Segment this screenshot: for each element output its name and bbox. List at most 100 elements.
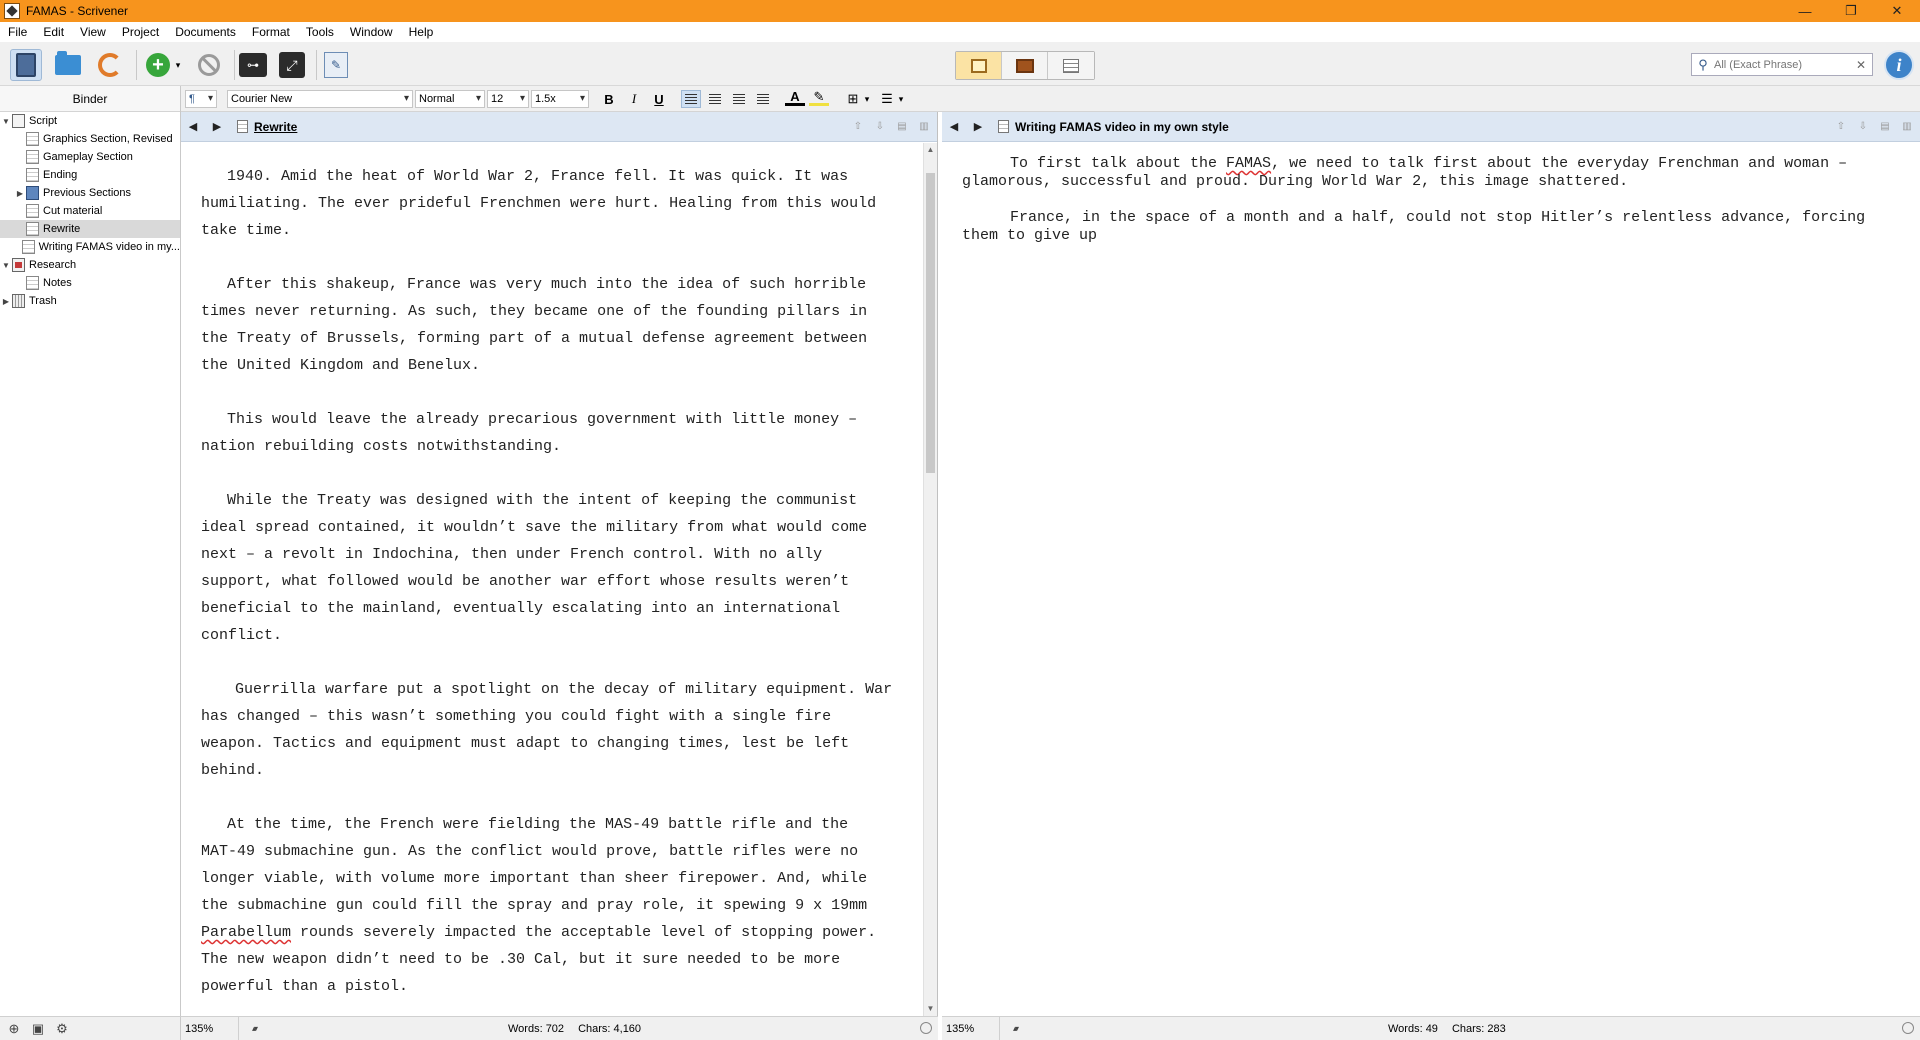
font-family-select[interactable]: Courier New [227, 90, 413, 108]
right-editor-text[interactable]: To first talk about the FAMAS, we need t… [942, 143, 1920, 1016]
list-dropdown[interactable]: ▾ [895, 90, 907, 108]
previous-document-icon[interactable]: ⇧ [851, 120, 865, 133]
forward-arrow-icon[interactable]: ▶ [966, 120, 990, 133]
outliner-view-button[interactable] [1048, 52, 1094, 79]
table-dropdown[interactable]: ▾ [861, 90, 873, 108]
align-right-button[interactable] [729, 90, 749, 108]
sync-button[interactable] [94, 49, 126, 81]
search-icon[interactable]: ⚲ [1692, 57, 1714, 73]
left-zoom-select[interactable]: 135% [181, 1016, 256, 1040]
menu-format[interactable]: Format [244, 25, 298, 39]
binder-item[interactable]: Graphics Section, Revised [0, 130, 180, 148]
binder-panel: Binder ▼ Script Graphics Section, Revised G… [0, 86, 181, 1016]
add-folder-icon[interactable]: ▣ [30, 1021, 46, 1037]
disclosure-arrow-icon[interactable]: ▼ [0, 117, 12, 126]
menu-edit[interactable]: Edit [35, 25, 72, 39]
window-controls: — ❐ ✕ [1782, 0, 1920, 22]
binder-item[interactable]: ▼ Research [0, 256, 180, 274]
right-editor-controls: ⇧ ⇩ ▤ ▥ [1834, 120, 1914, 133]
format-bar: ¶ Courier New Normal 12 1.5x B I U A ✎ ⊞… [181, 86, 1920, 112]
search-input[interactable] [1714, 58, 1844, 71]
left-editor-text[interactable]: 1940. Amid the heat of World War 2, Fran… [181, 143, 923, 1016]
menu-tools[interactable]: Tools [298, 25, 342, 39]
close-button[interactable]: ✕ [1874, 0, 1920, 22]
binder-item[interactable]: Ending [0, 166, 180, 184]
highlight-button[interactable]: ✎ [809, 89, 829, 106]
scroll-thumb[interactable] [926, 173, 935, 473]
table-button[interactable]: ⊞ [843, 90, 863, 108]
restore-button[interactable]: ❐ [1828, 0, 1874, 22]
inspector-button[interactable]: ✎ [320, 49, 352, 81]
binder-item-label: Rewrite [43, 223, 81, 235]
scroll-up-icon[interactable]: ▲ [924, 143, 937, 157]
font-size-select[interactable]: 12 [487, 90, 529, 108]
disclosure-arrow-icon[interactable]: ▶ [0, 297, 12, 306]
italic-button[interactable]: I [624, 90, 644, 108]
binder-item[interactable]: ▶ Trash [0, 292, 180, 310]
add-item-icon[interactable]: ⊕ [6, 1021, 22, 1037]
clear-search-icon[interactable]: ✕ [1856, 58, 1866, 72]
scroll-down-icon[interactable]: ▼ [924, 1002, 937, 1016]
binder-item[interactable]: ▶ Previous Sections [0, 184, 180, 202]
disclosure-arrow-icon[interactable]: ▶ [14, 189, 26, 198]
target-icon[interactable] [1902, 1022, 1914, 1034]
paragraph-style-select[interactable]: ¶ [185, 90, 217, 108]
previous-document-icon[interactable]: ⇧ [1834, 120, 1848, 133]
add-document-dropdown[interactable]: ▾ [170, 49, 186, 81]
left-editor-scrollbar[interactable]: ▲ ▼ [923, 143, 937, 1016]
collections-button[interactable] [52, 49, 84, 81]
split-horizontal-icon[interactable]: ▤ [895, 120, 909, 133]
minimize-button[interactable]: — [1782, 0, 1828, 22]
info-button[interactable]: i [1884, 50, 1914, 80]
document-icon [970, 58, 987, 73]
menu-window[interactable]: Window [342, 25, 401, 39]
corkboard-view-button[interactable] [1002, 52, 1048, 79]
justify-button[interactable] [753, 90, 773, 108]
next-document-icon[interactable]: ⇩ [1856, 120, 1870, 133]
split-horizontal-icon[interactable]: ▤ [1878, 120, 1892, 133]
scrivenings-view-button[interactable] [956, 52, 1002, 79]
binder-item[interactable]: Gameplay Section [0, 148, 180, 166]
split-vertical-icon[interactable]: ▥ [917, 120, 931, 133]
binder-item[interactable]: Notes [0, 274, 180, 292]
menu-view[interactable]: View [72, 25, 114, 39]
document-icon [237, 120, 248, 133]
right-zoom-select[interactable]: 135% [942, 1016, 1017, 1040]
typeface-select[interactable]: Normal [415, 90, 485, 108]
forward-arrow-icon[interactable]: ▶ [205, 120, 229, 133]
title-bar: FAMAS - Scrivener — ❐ ✕ [0, 0, 1920, 22]
gear-icon[interactable]: ⚙ [54, 1021, 70, 1037]
binder-item-label: Graphics Section, Revised [43, 133, 173, 145]
target-icon[interactable] [920, 1022, 932, 1034]
binder-item-label: Gameplay Section [43, 151, 133, 163]
back-arrow-icon[interactable]: ◀ [942, 120, 966, 133]
next-document-icon[interactable]: ⇩ [873, 120, 887, 133]
right-editor-title[interactable]: Writing FAMAS video in my own style [1015, 120, 1229, 134]
back-arrow-icon[interactable]: ◀ [181, 120, 205, 133]
left-editor-title[interactable]: Rewrite [254, 120, 297, 134]
line-spacing-select[interactable]: 1.5x [531, 90, 589, 108]
align-center-button[interactable] [705, 90, 725, 108]
split-vertical-icon[interactable]: ▥ [1900, 120, 1914, 133]
binder-item[interactable]: ▼ Script [0, 112, 180, 130]
binder-item[interactable]: Cut material [0, 202, 180, 220]
menu-documents[interactable]: Documents [167, 25, 244, 39]
menu-project[interactable]: Project [114, 25, 167, 39]
underline-button[interactable]: U [649, 90, 669, 108]
menu-help[interactable]: Help [401, 25, 442, 39]
paragraph: While the Treaty was designed with the i… [201, 492, 868, 644]
misspelled-word: FAMAS [1226, 155, 1272, 172]
binder-item[interactable]: Writing FAMAS video in my... [0, 238, 180, 256]
binder-item[interactable]: Rewrite [0, 220, 180, 238]
composition-mode-button[interactable]: ⤢ [276, 49, 308, 81]
align-left-button[interactable] [681, 90, 701, 108]
binder-item-label: Ending [43, 169, 78, 181]
delete-button[interactable] [193, 49, 225, 81]
list-button[interactable]: ☰ [877, 90, 897, 108]
keywords-button[interactable]: ⊶ [237, 49, 269, 81]
text-color-button[interactable]: A [785, 89, 805, 106]
menu-file[interactable]: File [0, 25, 35, 39]
disclosure-arrow-icon[interactable]: ▼ [0, 261, 12, 270]
binder-toggle-button[interactable] [10, 49, 42, 81]
bold-button[interactable]: B [599, 90, 619, 108]
